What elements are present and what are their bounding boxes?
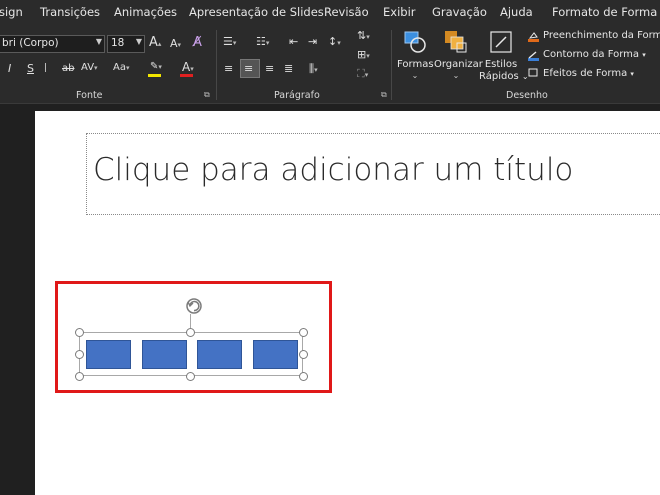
- dialog-launcher-icon[interactable]: ⧉: [381, 90, 387, 100]
- columns-icon[interactable]: ⫼▾: [309, 62, 318, 77]
- arrange-button[interactable]: Organizar ⌄: [434, 29, 483, 80]
- resize-handle[interactable]: [186, 328, 195, 337]
- resize-handle[interactable]: [75, 350, 84, 359]
- font-name-select[interactable]: bri (Corpo) ▼: [0, 35, 105, 53]
- numbering-icon[interactable]: ☷▾: [256, 35, 269, 50]
- strikethrough-icon[interactable]: ab: [62, 62, 74, 76]
- highlight-color-bar: [148, 74, 161, 77]
- align-center-icon[interactable]: ≡: [244, 62, 253, 76]
- tab-transicoes[interactable]: Transições: [40, 5, 100, 19]
- bullets-icon[interactable]: ☰▾: [223, 35, 236, 50]
- chevron-down-icon: ▼: [135, 37, 142, 46]
- shape-fill-button[interactable]: Preenchimento da Forma ▾: [528, 29, 660, 43]
- font-size-value: 18: [111, 37, 125, 49]
- align-text-icon[interactable]: ⊞▾: [357, 48, 370, 63]
- tab-design[interactable]: sign: [0, 5, 23, 19]
- blue-rectangle-shape[interactable]: [142, 340, 187, 369]
- shape-effects-button[interactable]: Efeitos de Forma ▾: [528, 67, 634, 81]
- char-spacing-icon[interactable]: AV▾: [81, 61, 98, 75]
- paragraph-group-label: Parágrafo: [274, 90, 320, 101]
- tab-apresentacao[interactable]: Apresentação de Slides: [189, 5, 324, 19]
- resize-handle[interactable]: [186, 372, 195, 381]
- chevron-down-icon: ⌄: [411, 71, 419, 80]
- shrink-font-icon[interactable]: A▾: [170, 37, 181, 52]
- quick-styles-button[interactable]: Estilos Rápidos ⌄: [479, 29, 529, 83]
- slide-canvas[interactable]: Clique para adicionar um título: [35, 111, 660, 495]
- highlighter-icon[interactable]: ✎▾: [150, 60, 162, 74]
- chevron-down-icon: ⌄: [452, 71, 460, 80]
- resize-handle[interactable]: [75, 328, 84, 337]
- quick-styles-label-1: Estilos: [484, 59, 518, 70]
- paint-bucket-icon: [528, 31, 539, 42]
- shape-outline-button[interactable]: Contorno da Forma ▾: [528, 48, 646, 62]
- resize-handle[interactable]: [299, 350, 308, 359]
- slide-thumbnail-strip: [0, 105, 35, 495]
- ribbon: bri (Corpo) ▼ 18 ▼ A▴ A▾ A̸ I S | ab AV▾…: [0, 26, 660, 104]
- justify-icon[interactable]: ≣: [284, 62, 293, 76]
- dialog-launcher-icon[interactable]: ⧉: [204, 90, 210, 100]
- tab-gravacao[interactable]: Gravação: [432, 5, 487, 19]
- shadow-icon[interactable]: S: [27, 62, 34, 76]
- tab-animacoes[interactable]: Animações: [114, 5, 177, 19]
- title-placeholder-text: Clique para adicionar um título: [93, 152, 574, 188]
- line-spacing-icon[interactable]: ↕▾: [328, 35, 341, 50]
- tab-formato-de-forma[interactable]: Formato de Forma: [552, 5, 657, 19]
- resize-handle[interactable]: [75, 372, 84, 381]
- blue-rectangle-shape[interactable]: [86, 340, 131, 369]
- tab-revisao[interactable]: Revisão: [324, 5, 369, 19]
- blue-rectangle-shape[interactable]: [197, 340, 242, 369]
- ribbon-tabs: sign Transições Animações Apresentação d…: [0, 0, 660, 26]
- font-group-label: Fonte: [76, 90, 103, 101]
- resize-handle[interactable]: [299, 328, 308, 337]
- align-left-icon[interactable]: ≡: [224, 62, 233, 76]
- resize-handle[interactable]: [299, 372, 308, 381]
- text-direction-icon[interactable]: ⇅▾: [357, 29, 370, 44]
- shapes-button[interactable]: Formas ⌄: [397, 29, 434, 80]
- shapes-icon: [404, 31, 426, 53]
- pencil-icon: [528, 50, 539, 61]
- font-size-select[interactable]: 18 ▼: [107, 35, 145, 53]
- tab-exibir[interactable]: Exibir: [383, 5, 416, 19]
- decrease-indent-icon[interactable]: ⇤: [289, 35, 298, 49]
- group-separator: [216, 30, 217, 100]
- clear-format-icon[interactable]: A̸: [193, 36, 202, 50]
- drawing-group-label: Desenho: [506, 90, 548, 101]
- title-placeholder[interactable]: Clique para adicionar um título: [86, 133, 660, 215]
- vertical-sep-icon: |: [44, 63, 48, 73]
- quick-styles-label-2: Rápidos ⌄: [479, 71, 529, 82]
- shapes-label: Formas: [397, 59, 434, 70]
- tab-ajuda[interactable]: Ajuda: [500, 5, 533, 19]
- rotate-handle-icon[interactable]: [184, 296, 204, 316]
- font-color-bar: [180, 74, 193, 77]
- smartart-icon[interactable]: ⛶▾: [357, 67, 368, 82]
- arrange-icon: [445, 31, 467, 53]
- align-right-icon[interactable]: ≡: [265, 62, 274, 76]
- increase-indent-icon[interactable]: ⇥: [308, 35, 317, 49]
- chevron-down-icon: ▼: [95, 37, 102, 46]
- font-name-value: bri (Corpo): [2, 37, 59, 49]
- blue-rectangle-shape[interactable]: [253, 340, 298, 369]
- group-separator: [391, 30, 392, 100]
- quick-styles-icon: [490, 31, 512, 53]
- arrange-label: Organizar: [434, 59, 483, 70]
- change-case-icon[interactable]: Aa▾: [113, 61, 129, 75]
- italic-icon[interactable]: I: [8, 62, 11, 76]
- grow-font-icon[interactable]: A▴: [149, 36, 161, 51]
- effects-icon: [528, 67, 539, 78]
- rotate-handle-line: [190, 314, 191, 328]
